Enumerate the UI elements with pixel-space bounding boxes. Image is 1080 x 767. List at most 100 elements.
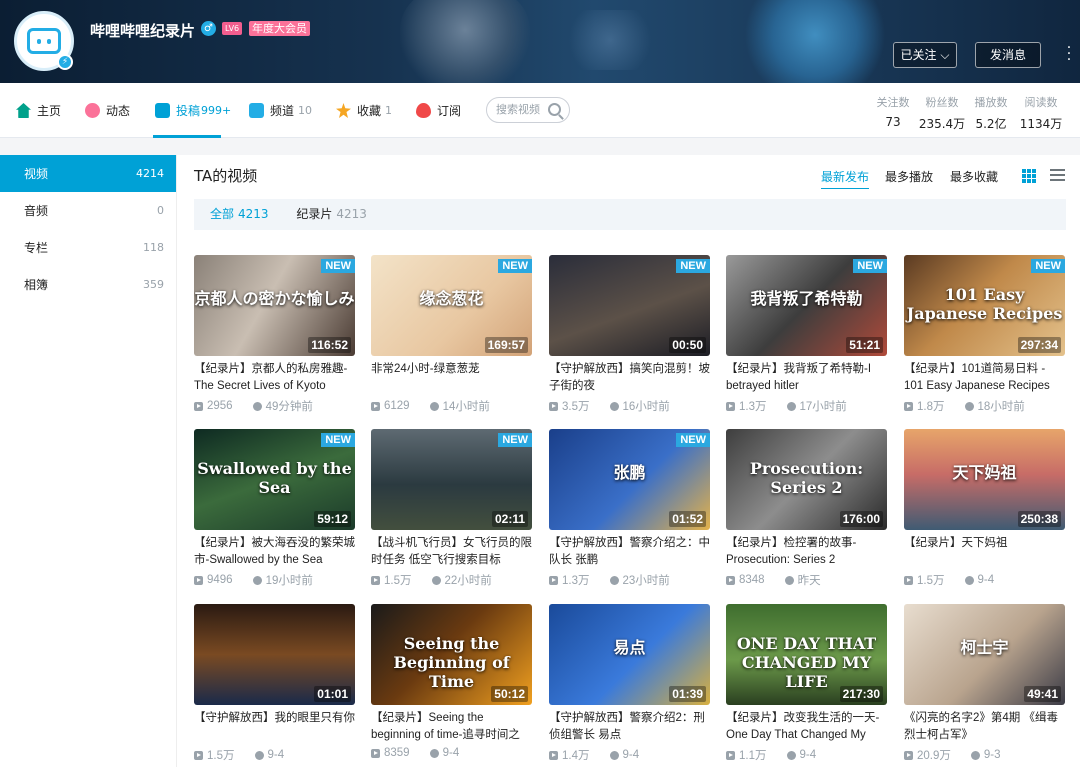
- video-card[interactable]: NEW 00:50 【守护解放西】搞笑向混剪！坡子街的夜 3.5万 16小时前: [549, 255, 710, 414]
- clock-icon: [431, 575, 441, 585]
- video-title[interactable]: 【战斗机飞行员】女飞行员的限时任务 低空飞行搜索目标: [371, 535, 532, 569]
- video-duration: 116:52: [308, 337, 351, 353]
- video-title[interactable]: 非常24小时-绿意葱茏: [371, 361, 532, 395]
- sort-most-favorited[interactable]: 最多收藏: [950, 168, 998, 185]
- video-duration: 217:30: [839, 686, 883, 702]
- video-thumbnail[interactable]: 柯士宇 49:41: [904, 604, 1065, 705]
- video-title[interactable]: 【守护解放西】我的眼里只有你: [194, 710, 355, 744]
- video-duration: 50:12: [491, 686, 528, 702]
- video-thumbnail[interactable]: ONE DAY THAT CHANGED MY LIFE 217:30: [726, 604, 887, 705]
- thumbnail-title-text: 张鹏: [613, 463, 646, 482]
- tab-channels[interactable]: 频道 10: [249, 83, 312, 138]
- video-title[interactable]: 【纪录片】被大海吞没的繁荣城市-Swallowed by the Sea: [194, 535, 355, 569]
- video-card[interactable]: Seeing the Beginning of Time 50:12 【纪录片】…: [371, 604, 532, 759]
- video-card[interactable]: 天下妈祖 250:38 【纪录片】天下妈祖 1.5万 9-4: [904, 429, 1065, 588]
- video-meta: 1.4万 9-4: [549, 747, 710, 763]
- video-card[interactable]: 柯士宇 49:41 《闪亮的名字2》第4期 《缉毒烈士柯占军》 20.9万 9-…: [904, 604, 1065, 763]
- stat-value: 5.2亿: [975, 117, 1007, 131]
- sort-most-played[interactable]: 最多播放: [885, 168, 933, 185]
- video-title[interactable]: 【守护解放西】警察介绍2：刑侦组警长 易点: [549, 710, 710, 744]
- video-card[interactable]: Prosecution: Series 2 176:00 【纪录片】检控署的故事…: [726, 429, 887, 588]
- video-title[interactable]: 【纪录片】改变我生活的一天-One Day That Changed My: [726, 710, 887, 744]
- upload-time: 49分钟前: [265, 401, 313, 413]
- play-count: 1.5万: [207, 750, 235, 762]
- filter-all[interactable]: 全部 4213: [210, 207, 269, 221]
- sidebar-item-video[interactable]: 视频 4214: [0, 155, 176, 192]
- filter-documentary[interactable]: 纪录片 4213: [296, 207, 367, 221]
- video-thumbnail[interactable]: 101 Easy Japanese Recipes NEW 297:34: [904, 255, 1065, 356]
- message-button[interactable]: 发消息: [975, 42, 1041, 68]
- video-thumbnail[interactable]: 张鹏 NEW 01:52: [549, 429, 710, 530]
- video-thumbnail[interactable]: 天下妈祖 250:38: [904, 429, 1065, 530]
- sort-latest[interactable]: 最新发布: [821, 168, 870, 189]
- video-list-panel: TA的视频 最新发布 最多播放 最多收藏 全部 4213 纪录片 4213 京都人の…: [176, 155, 1080, 767]
- more-options-icon[interactable]: · · ·: [1064, 41, 1074, 67]
- video-card[interactable]: 我背叛了希特勒 NEW 51:21 【纪录片】我背叛了希特勒-I betraye…: [726, 255, 887, 414]
- video-thumbnail[interactable]: Prosecution: Series 2 176:00: [726, 429, 887, 530]
- video-thumbnail[interactable]: 缘念葱花 NEW 169:57: [371, 255, 532, 356]
- video-thumbnail[interactable]: 京都人の密かな愉しみ NEW 116:52: [194, 255, 355, 356]
- video-duration: 00:50: [669, 337, 706, 353]
- sidebar-item-albums[interactable]: 相簿 359: [0, 266, 176, 303]
- video-title[interactable]: 【纪录片】检控署的故事-Prosecution: Series 2: [726, 535, 887, 569]
- video-thumbnail[interactable]: NEW 02:11: [371, 429, 532, 530]
- upload-time: 9-3: [983, 749, 1001, 761]
- tab-dynamic[interactable]: 动态: [85, 83, 130, 138]
- video-title[interactable]: 《闪亮的名字2》第4期 《缉毒烈士柯占军》: [904, 710, 1065, 744]
- video-title[interactable]: 【纪录片】Seeing the beginning of time-追寻时间之: [371, 710, 532, 744]
- video-thumbnail[interactable]: 01:01: [194, 604, 355, 705]
- video-duration: 51:21: [846, 337, 883, 353]
- video-card[interactable]: 缘念葱花 NEW 169:57 非常24小时-绿意葱茏 6129 14小时前: [371, 255, 532, 414]
- video-duration: 49:41: [1024, 686, 1061, 702]
- tab-favorites[interactable]: 收藏 1: [336, 83, 392, 138]
- video-title[interactable]: 【纪录片】101道简易日料 - 101 Easy Japanese Recipe…: [904, 361, 1065, 395]
- video-card[interactable]: ONE DAY THAT CHANGED MY LIFE 217:30 【纪录片…: [726, 604, 887, 763]
- sidebar-item-label: 专栏: [24, 241, 49, 255]
- video-title[interactable]: 【守护解放西】警察介绍之：中队长 张鹏: [549, 535, 710, 569]
- stat-following[interactable]: 关注数 73: [872, 94, 914, 129]
- tab-subscriptions[interactable]: 订阅: [416, 83, 461, 138]
- search-icon[interactable]: [548, 103, 561, 116]
- stat-label: 播放数: [974, 96, 1008, 109]
- avatar[interactable]: ⚡: [14, 11, 74, 71]
- video-thumbnail[interactable]: NEW 00:50: [549, 255, 710, 356]
- stat-value: 1134万: [1019, 117, 1063, 131]
- sidebar-item-audio[interactable]: 音频 0: [0, 192, 176, 229]
- tab-uploads-label: 投稿: [176, 104, 201, 118]
- video-thumbnail[interactable]: 我背叛了希特勒 NEW 51:21: [726, 255, 887, 356]
- sidebar-item-count: 0: [157, 204, 164, 217]
- clock-icon: [786, 750, 796, 760]
- video-card[interactable]: 张鹏 NEW 01:52 【守护解放西】警察介绍之：中队长 张鹏 1.3万 23…: [549, 429, 710, 588]
- video-title[interactable]: 【守护解放西】搞笑向混剪！坡子街的夜: [549, 361, 710, 395]
- follow-button[interactable]: 已关注 ⌵: [893, 42, 957, 68]
- video-card[interactable]: 易点 01:39 【守护解放西】警察介绍2：刑侦组警长 易点 1.4万 9-4: [549, 604, 710, 763]
- video-meta: 3.5万 16小时前: [549, 398, 710, 414]
- list-view-icon[interactable]: [1050, 169, 1065, 183]
- upload-time: 22小时前: [444, 575, 492, 587]
- video-title[interactable]: 【纪录片】天下妈祖: [904, 535, 1065, 569]
- sidebar-item-count: 118: [143, 241, 164, 254]
- video-title[interactable]: 【纪录片】我背叛了希特勒-I betrayed hitler: [726, 361, 887, 395]
- video-duration: 01:39: [669, 686, 706, 702]
- video-card[interactable]: NEW 02:11 【战斗机飞行员】女飞行员的限时任务 低空飞行搜索目标 1.5…: [371, 429, 532, 588]
- category-filter-bar: 全部 4213 纪录片 4213: [194, 199, 1066, 230]
- play-count-icon: [726, 401, 735, 411]
- video-title[interactable]: 【纪录片】京都人的私房雅趣-The Secret Lives of Kyoto: [194, 361, 355, 395]
- tab-uploads[interactable]: 投稿 999+: [155, 83, 231, 138]
- tab-home[interactable]: 主页: [16, 83, 61, 138]
- video-meta: 1.3万 23小时前: [549, 572, 710, 588]
- video-card[interactable]: 101 Easy Japanese Recipes NEW 297:34 【纪录…: [904, 255, 1065, 414]
- video-thumbnail[interactable]: Swallowed by the Sea NEW 59:12: [194, 429, 355, 530]
- follow-button-label: 已关注: [900, 48, 937, 62]
- search-input[interactable]: 搜索视频: [486, 97, 570, 123]
- video-thumbnail[interactable]: 易点 01:39: [549, 604, 710, 705]
- tab-subscriptions-label: 订阅: [437, 104, 462, 118]
- video-card[interactable]: Swallowed by the Sea NEW 59:12 【纪录片】被大海吞…: [194, 429, 355, 588]
- sidebar-item-articles[interactable]: 专栏 118: [0, 229, 176, 266]
- stat-label: 关注数: [876, 96, 910, 109]
- stat-fans[interactable]: 粉丝数 235.4万: [918, 94, 966, 132]
- grid-view-icon[interactable]: [1022, 169, 1036, 183]
- video-thumbnail[interactable]: Seeing the Beginning of Time 50:12: [371, 604, 532, 705]
- video-card[interactable]: 01:01 【守护解放西】我的眼里只有你 1.5万 9-4: [194, 604, 355, 763]
- video-card[interactable]: 京都人の密かな愉しみ NEW 116:52 【纪录片】京都人的私房雅趣-The …: [194, 255, 355, 414]
